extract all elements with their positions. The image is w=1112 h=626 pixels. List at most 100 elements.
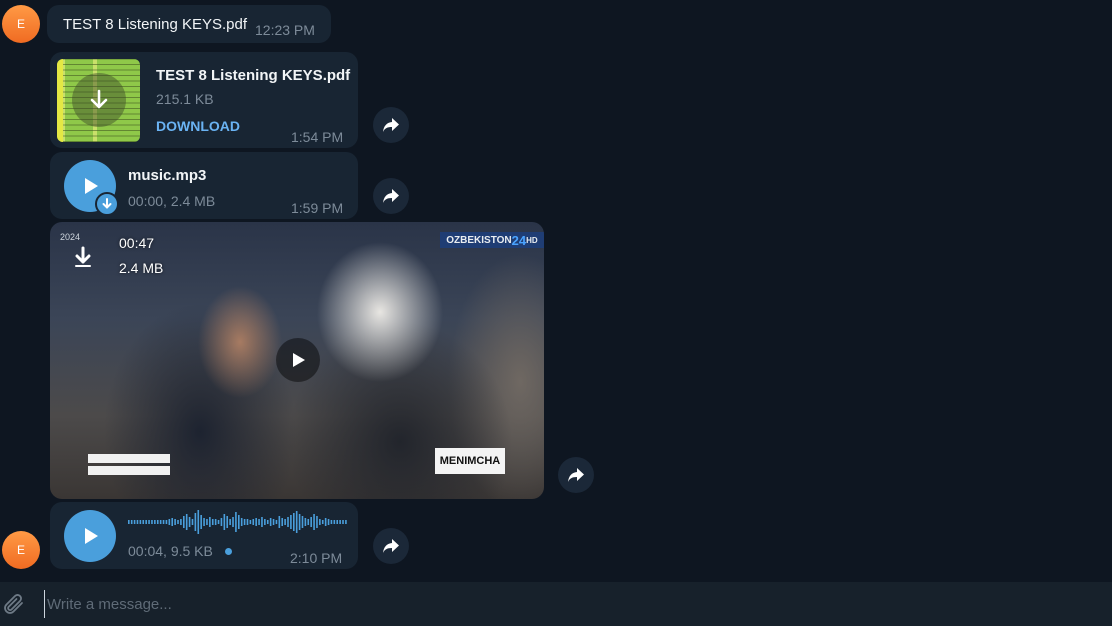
sender-avatar[interactable]: E bbox=[2, 5, 40, 43]
waveform-bar bbox=[235, 512, 237, 532]
waveform-bar bbox=[298, 514, 301, 530]
waveform-bar bbox=[281, 518, 284, 526]
waveform-bar bbox=[301, 516, 304, 528]
waveform-bar bbox=[316, 516, 318, 528]
download-link[interactable]: DOWNLOAD bbox=[156, 118, 240, 134]
waveform-bar bbox=[319, 519, 321, 525]
message-composer bbox=[0, 582, 1112, 626]
unread-dot bbox=[225, 548, 232, 555]
waveform-bar bbox=[324, 518, 327, 526]
pdf-preview-column bbox=[57, 59, 63, 142]
waveform-bar bbox=[321, 520, 324, 524]
video-play-button[interactable] bbox=[276, 338, 320, 382]
video-size: 2.4 MB bbox=[119, 260, 164, 276]
waveform-bar bbox=[264, 519, 266, 525]
video-overlay-date: 2024 bbox=[60, 232, 81, 242]
waveform-bar bbox=[293, 513, 295, 531]
message-time: 2:10 PM bbox=[290, 550, 343, 566]
waveform-bar bbox=[156, 520, 159, 524]
waveform-bar bbox=[249, 520, 252, 524]
waveform-bar bbox=[220, 518, 223, 526]
waveform-bar bbox=[284, 519, 286, 525]
forward-button[interactable] bbox=[373, 107, 409, 143]
download-icon[interactable] bbox=[72, 73, 126, 127]
waveform-bar bbox=[310, 517, 312, 527]
play-icon bbox=[85, 178, 98, 194]
waveform-bar bbox=[191, 519, 194, 525]
waveform-bar bbox=[258, 519, 260, 525]
sender-avatar[interactable]: E bbox=[2, 531, 40, 569]
waveform-bar bbox=[206, 519, 208, 525]
waveform-bar bbox=[180, 519, 182, 525]
waveform-bar bbox=[174, 519, 176, 525]
forward-button[interactable] bbox=[373, 528, 409, 564]
voice-info: 00:04, 9.5 KB bbox=[128, 543, 213, 559]
video-lower-third-left bbox=[88, 454, 170, 478]
waveform-bar bbox=[194, 513, 197, 531]
waveform-bar bbox=[275, 520, 278, 524]
waveform-bar bbox=[278, 516, 281, 528]
attach-button[interactable] bbox=[2, 592, 26, 616]
play-icon bbox=[293, 353, 305, 367]
pdf-thumbnail[interactable] bbox=[57, 59, 140, 142]
waveform-bar bbox=[243, 519, 246, 525]
waveform-bar bbox=[197, 510, 200, 534]
channel-logo-suffix: HD bbox=[526, 235, 538, 245]
voice-play-button[interactable] bbox=[64, 510, 116, 562]
message-input[interactable] bbox=[44, 590, 1084, 618]
waveform-bar bbox=[211, 519, 214, 525]
video-download-icon[interactable] bbox=[72, 246, 94, 268]
forward-arrow-icon bbox=[568, 468, 584, 482]
forward-arrow-icon bbox=[383, 189, 399, 203]
forward-arrow-icon bbox=[383, 118, 399, 132]
waveform-bar bbox=[128, 520, 130, 524]
audio-file-name: music.mp3 bbox=[128, 167, 207, 184]
channel-logo-number: 24 bbox=[511, 232, 527, 248]
waveform-bar bbox=[287, 517, 289, 527]
waveform-bar bbox=[342, 520, 344, 524]
download-icon[interactable] bbox=[95, 192, 119, 216]
text-message-bubble[interactable]: TEST 8 Listening KEYS.pdf 12:23 PM bbox=[47, 5, 331, 43]
waveform-bar bbox=[136, 520, 139, 524]
caption-line bbox=[88, 466, 170, 475]
file-size: 215.1 KB bbox=[156, 91, 214, 107]
waveform-bar bbox=[159, 520, 162, 524]
play-icon bbox=[85, 528, 98, 544]
waveform-bar bbox=[139, 520, 142, 524]
waveform-bar bbox=[165, 520, 168, 524]
forward-button[interactable] bbox=[373, 178, 409, 214]
waveform-bar bbox=[133, 520, 136, 524]
forward-button[interactable] bbox=[558, 457, 594, 493]
message-time: 1:54 PM bbox=[291, 129, 344, 145]
waveform-bar bbox=[148, 520, 150, 524]
waveform-bar bbox=[295, 511, 298, 533]
waveform-bar bbox=[154, 520, 156, 524]
video-message[interactable]: 2024 OZBEKISTON 24 HD 00:47 2.4 MB MENIMCH… bbox=[50, 222, 544, 499]
caption-line bbox=[88, 454, 170, 463]
waveform-bar bbox=[151, 520, 153, 524]
voice-waveform[interactable] bbox=[128, 509, 348, 535]
waveform-bar bbox=[255, 518, 257, 526]
waveform-bar bbox=[232, 517, 234, 527]
waveform-bar bbox=[185, 514, 188, 530]
chat-history[interactable]: E TEST 8 Listening KEYS.pdf 12:23 PM TES… bbox=[0, 0, 1112, 582]
waveform-bar bbox=[229, 519, 231, 525]
waveform-bar bbox=[327, 519, 330, 525]
waveform-bar bbox=[214, 519, 217, 525]
waveform-bar bbox=[313, 514, 315, 530]
waveform-bar bbox=[246, 519, 249, 525]
waveform-bar bbox=[171, 518, 174, 526]
waveform-bar bbox=[330, 520, 333, 524]
waveform-bar bbox=[269, 518, 272, 526]
waveform-bar bbox=[130, 520, 133, 524]
waveform-bar bbox=[252, 519, 255, 525]
message-time: 1:59 PM bbox=[291, 200, 344, 216]
waveform-bar bbox=[333, 520, 336, 524]
waveform-bar bbox=[200, 515, 202, 529]
waveform-bar bbox=[272, 519, 275, 525]
waveform-bar bbox=[203, 518, 205, 526]
waveform-bar bbox=[223, 514, 226, 530]
waveform-bar bbox=[226, 516, 229, 528]
waveform-bar bbox=[339, 520, 341, 524]
waveform-bar bbox=[168, 519, 171, 525]
